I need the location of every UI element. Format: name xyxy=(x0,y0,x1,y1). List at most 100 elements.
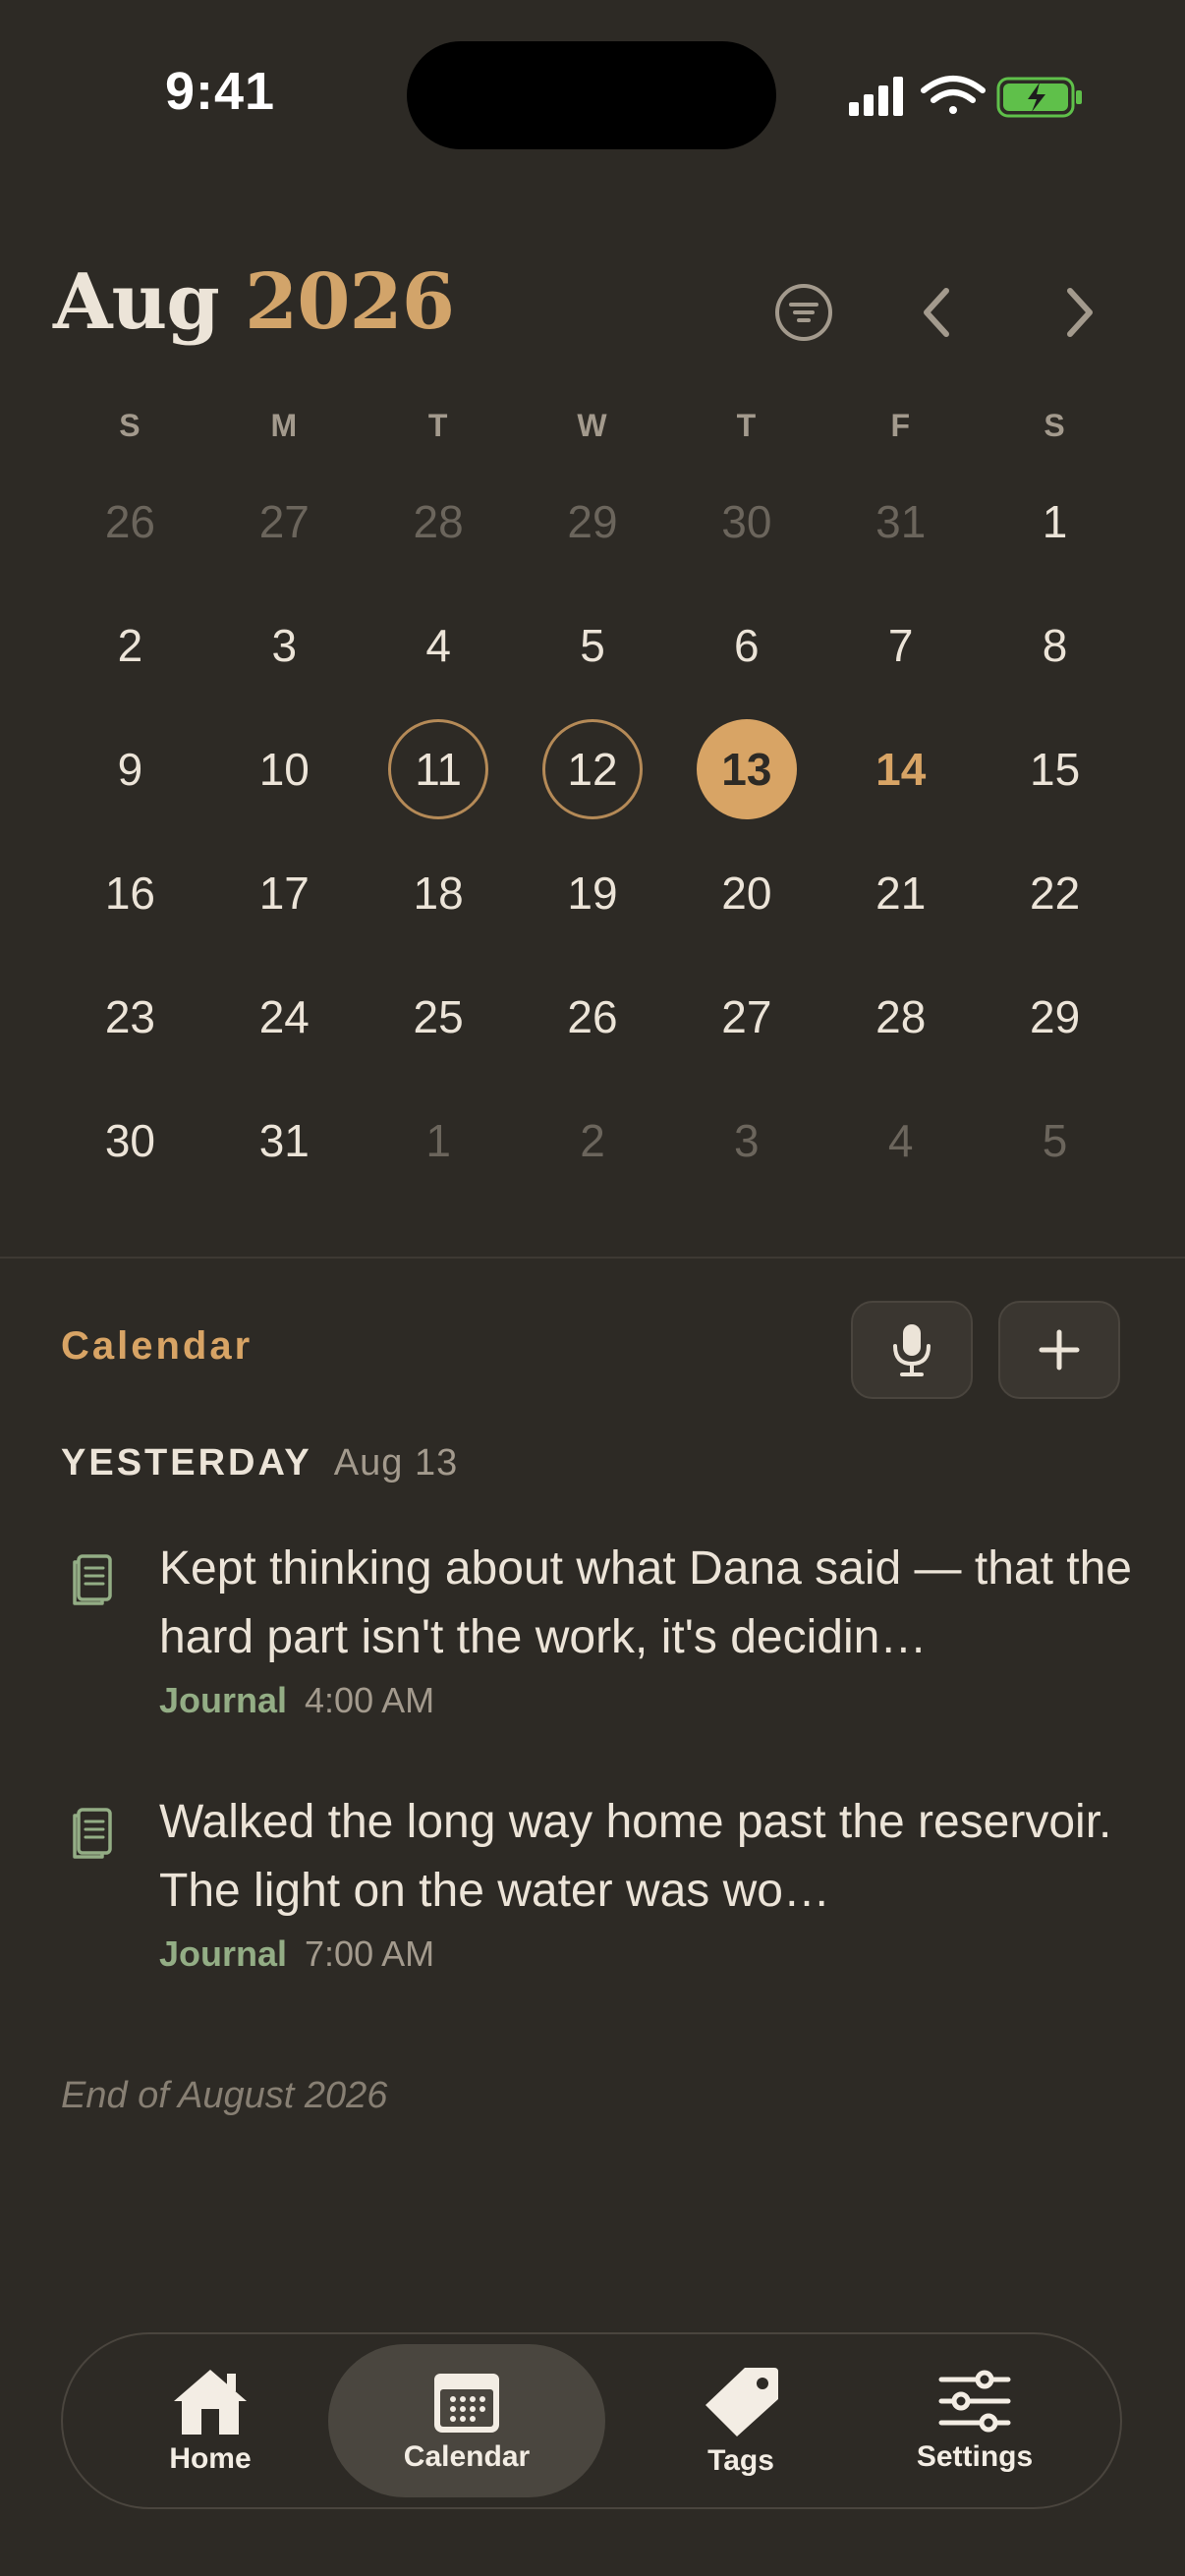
day-cell[interactable]: 11 xyxy=(362,707,516,831)
day-cell[interactable]: 9 xyxy=(53,707,207,831)
weekday-label: W xyxy=(577,408,608,443)
day-number: 26 xyxy=(567,991,618,1042)
day-cell[interactable]: 29 xyxy=(516,460,670,584)
day-number: 11 xyxy=(388,719,489,819)
add-entry-button[interactable] xyxy=(998,1301,1120,1399)
next-month-button[interactable] xyxy=(1032,265,1126,360)
day-cell[interactable]: 30 xyxy=(53,1079,207,1203)
day-cell[interactable]: 31 xyxy=(823,460,978,584)
day-number: 5 xyxy=(580,620,605,671)
previous-month-button[interactable] xyxy=(890,265,985,360)
day-cell[interactable]: 5 xyxy=(978,1079,1132,1203)
day-cell[interactable]: 8 xyxy=(978,584,1132,707)
day-cell[interactable]: 3 xyxy=(207,584,362,707)
day-number: 18 xyxy=(413,868,464,919)
day-number: 9 xyxy=(117,744,143,795)
day-cell[interactable]: 2 xyxy=(516,1079,670,1203)
end-of-month-note: End of August 2026 xyxy=(61,2075,388,2116)
voice-entry-button[interactable] xyxy=(851,1301,973,1399)
weekday-label: S xyxy=(119,408,141,443)
entry-time: 4:00 AM xyxy=(305,1680,435,1720)
tag-icon xyxy=(705,2368,778,2436)
day-number: 13 xyxy=(696,719,797,819)
chevron-left-icon xyxy=(924,288,949,337)
day-cell[interactable]: 5 xyxy=(516,584,670,707)
day-cell[interactable]: 29 xyxy=(978,955,1132,1079)
day-cell[interactable]: 21 xyxy=(823,831,978,955)
weekday-label: M xyxy=(270,408,299,443)
calendar-grid: S M T W T F S 26 27 28 29 30 31 1 2 3 4 5 6 7 8 9 10 11 1… xyxy=(53,391,1132,1203)
entry-meta: Journal 7:00 AM xyxy=(159,1933,434,1975)
day-number: 2 xyxy=(580,1115,605,1166)
weekday-header: S M T W T F S xyxy=(53,391,1132,460)
day-cell[interactable]: 30 xyxy=(669,460,823,584)
day-cell[interactable]: 20 xyxy=(669,831,823,955)
day-number: 29 xyxy=(567,496,618,547)
day-cell[interactable]: 28 xyxy=(362,460,516,584)
day-number: 27 xyxy=(258,496,310,547)
day-cell[interactable]: 18 xyxy=(362,831,516,955)
day-cell[interactable]: 4 xyxy=(362,584,516,707)
tab-calendar[interactable]: Calendar xyxy=(328,2344,605,2497)
tab-label: Home xyxy=(169,2442,252,2475)
tab-settings[interactable]: Settings xyxy=(886,2344,1063,2497)
day-cell[interactable]: 1 xyxy=(362,1079,516,1203)
tab-home[interactable]: Home xyxy=(122,2344,299,2497)
day-cell[interactable]: 19 xyxy=(516,831,670,955)
journal-icon xyxy=(69,1806,116,1866)
week-row: 26 27 28 29 30 31 1 xyxy=(53,460,1132,584)
day-number: 6 xyxy=(734,620,760,671)
journal-entry[interactable]: Kept thinking about what Dana said — tha… xyxy=(61,1535,1142,1741)
microphone-icon xyxy=(893,1324,931,1376)
day-cell[interactable]: 27 xyxy=(207,460,362,584)
day-number: 24 xyxy=(258,991,310,1042)
day-cell[interactable]: 28 xyxy=(823,955,978,1079)
day-number: 15 xyxy=(1029,744,1081,795)
calendar-icon xyxy=(434,2374,499,2433)
entry-type: Journal xyxy=(159,1933,288,1974)
day-cell[interactable]: 25 xyxy=(362,955,516,1079)
day-number: 29 xyxy=(1029,991,1081,1042)
day-cell[interactable]: 26 xyxy=(516,955,670,1079)
day-cell[interactable]: 15 xyxy=(978,707,1132,831)
day-number: 19 xyxy=(567,868,618,919)
day-cell[interactable]: 2 xyxy=(53,584,207,707)
day-number: 20 xyxy=(721,868,772,919)
journal-icon xyxy=(69,1552,116,1612)
day-cell[interactable]: 10 xyxy=(207,707,362,831)
day-cell[interactable]: 26 xyxy=(53,460,207,584)
day-cell[interactable]: 4 xyxy=(823,1079,978,1203)
day-cell-today[interactable]: 13 xyxy=(669,707,823,831)
day-number: 21 xyxy=(875,868,927,919)
entry-text: Walked the long way home past the reserv… xyxy=(159,1796,1112,1917)
entry-text: Kept thinking about what Dana said — tha… xyxy=(159,1542,1132,1663)
day-cell[interactable]: 27 xyxy=(669,955,823,1079)
day-cell[interactable]: 6 xyxy=(669,584,823,707)
day-number: 27 xyxy=(721,991,772,1042)
filter-button[interactable] xyxy=(757,265,851,360)
day-number: 1 xyxy=(425,1115,451,1166)
day-cell[interactable]: 24 xyxy=(207,955,362,1079)
sliders-icon xyxy=(938,2370,1011,2433)
day-cell[interactable]: 16 xyxy=(53,831,207,955)
day-cell[interactable]: 1 xyxy=(978,460,1132,584)
day-cell[interactable]: 7 xyxy=(823,584,978,707)
status-time: 9:41 xyxy=(165,62,276,121)
day-cell[interactable]: 31 xyxy=(207,1079,362,1203)
day-cell[interactable]: 17 xyxy=(207,831,362,955)
day-number: 28 xyxy=(875,991,927,1042)
journal-entry[interactable]: Walked the long way home past the reserv… xyxy=(61,1788,1142,1994)
day-cell[interactable]: 23 xyxy=(53,955,207,1079)
week-row: 30 31 1 2 3 4 5 xyxy=(53,1079,1132,1203)
tab-tags[interactable]: Tags xyxy=(652,2344,829,2497)
day-number: 1 xyxy=(1042,496,1068,547)
day-cell[interactable]: 22 xyxy=(978,831,1132,955)
signal-icon xyxy=(849,77,903,116)
day-number: 25 xyxy=(413,991,464,1042)
section-title: Calendar xyxy=(61,1324,254,1368)
day-number: 8 xyxy=(1042,620,1068,671)
day-number: 30 xyxy=(721,496,772,547)
day-cell[interactable]: 3 xyxy=(669,1079,823,1203)
day-cell[interactable]: 12 xyxy=(516,707,670,831)
day-cell[interactable]: 14 xyxy=(823,707,978,831)
